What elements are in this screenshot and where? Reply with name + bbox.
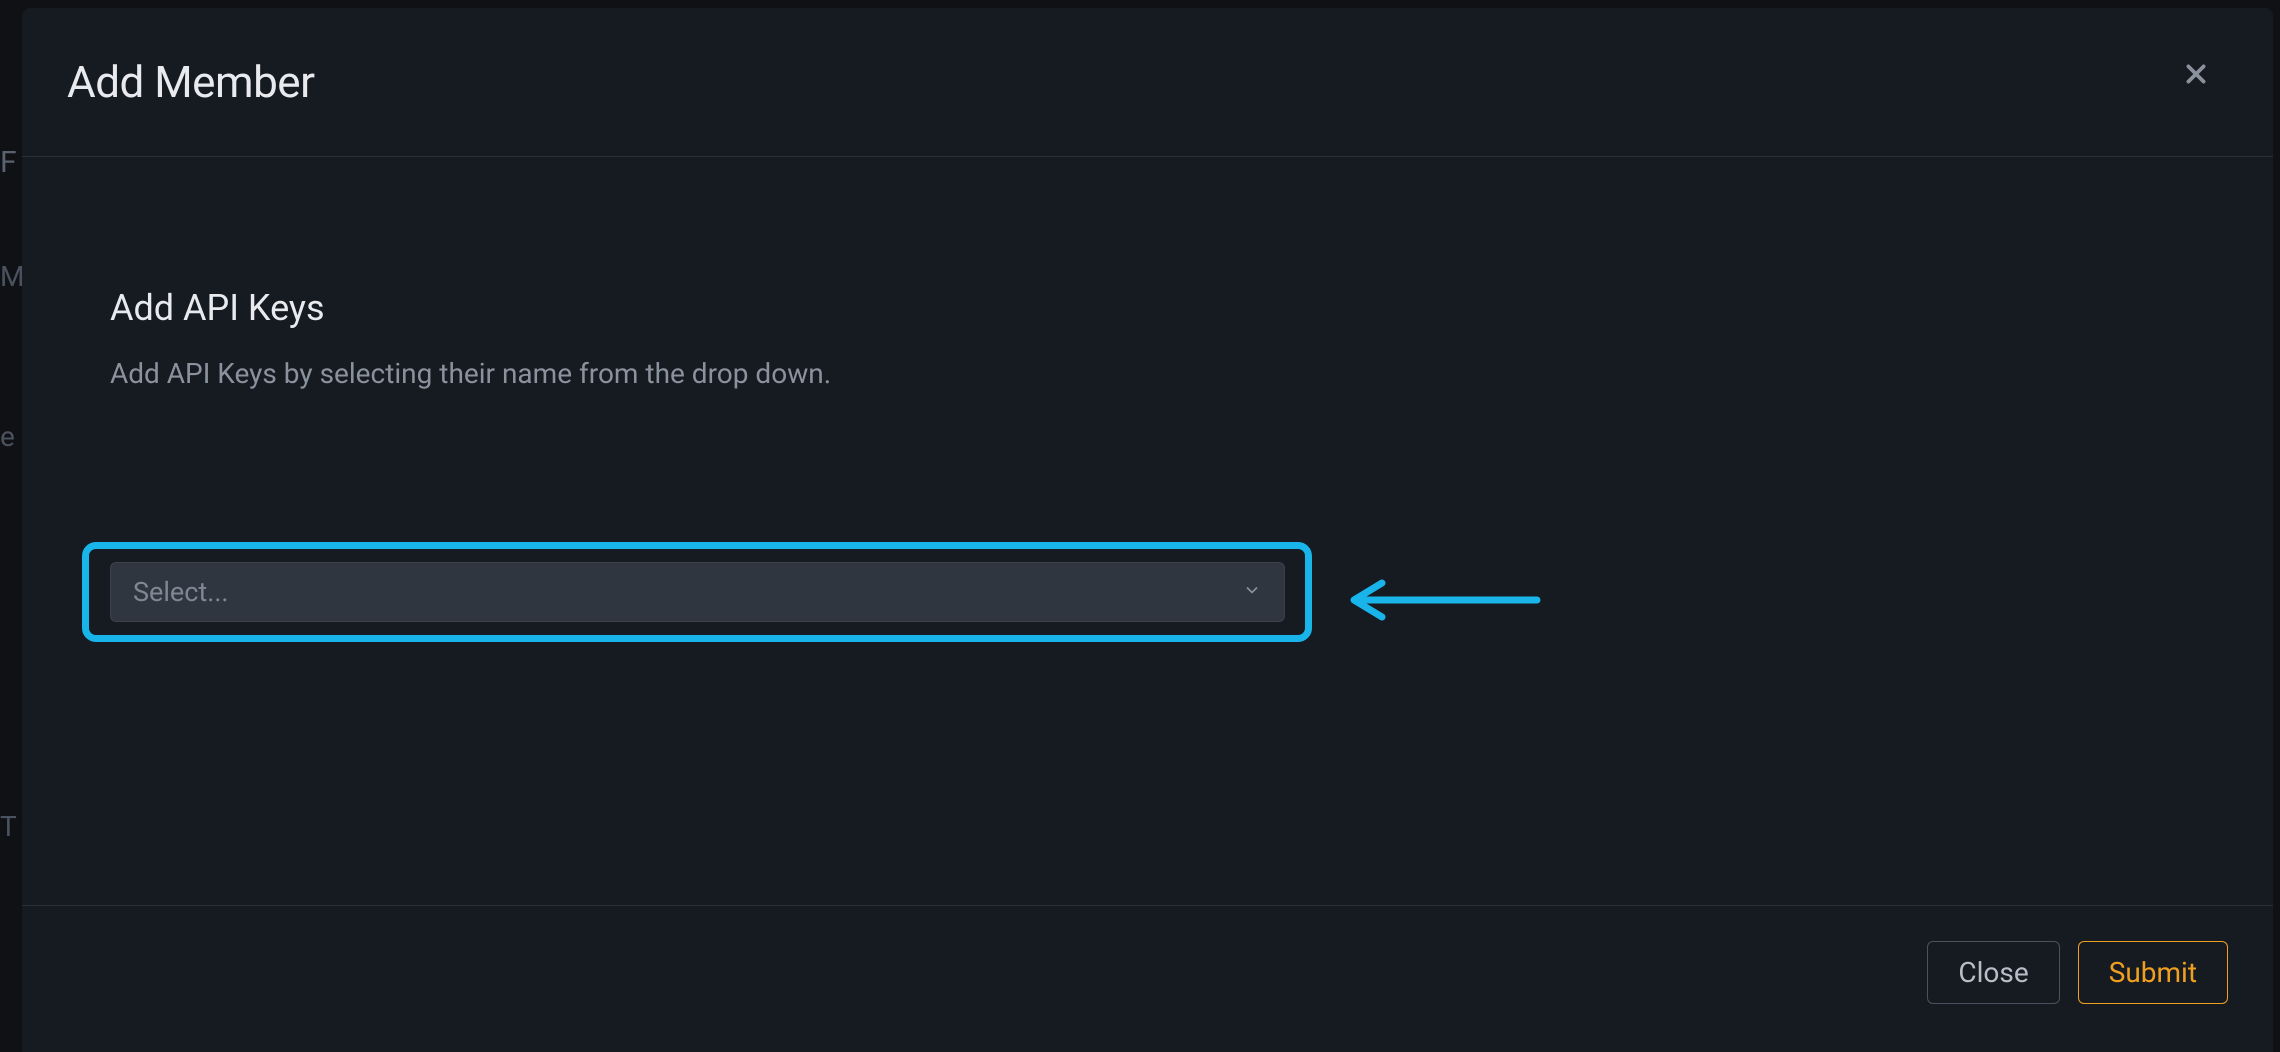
add-member-modal: Add Member Add API Keys Add API Keys by … [22,8,2273,1052]
close-button[interactable]: Close [1927,941,2059,1004]
close-icon[interactable] [2179,56,2213,96]
chevron-down-icon [1242,580,1262,604]
section-title-apikeys: Add API Keys [110,287,2185,329]
submit-button[interactable]: Submit [2078,941,2228,1004]
arrow-annotation [1332,575,1542,629]
modal-footer: Close Submit [22,906,2273,1052]
backdrop-text: M [0,260,24,293]
select-placeholder: Select... [133,576,229,608]
modal-header: Add Member [22,8,2273,157]
backdrop-text: e [0,420,15,453]
backdrop-text: T [0,810,17,843]
apikeys-select-wrapper: Select... [110,562,1285,622]
section-description-apikeys: Add API Keys by selecting their name fro… [110,357,2185,390]
modal-body: Add API Keys Add API Keys by selecting t… [22,157,2273,906]
modal-title: Add Member [67,56,315,108]
apikeys-select[interactable]: Select... [110,562,1285,622]
backdrop-text: F [0,145,17,180]
